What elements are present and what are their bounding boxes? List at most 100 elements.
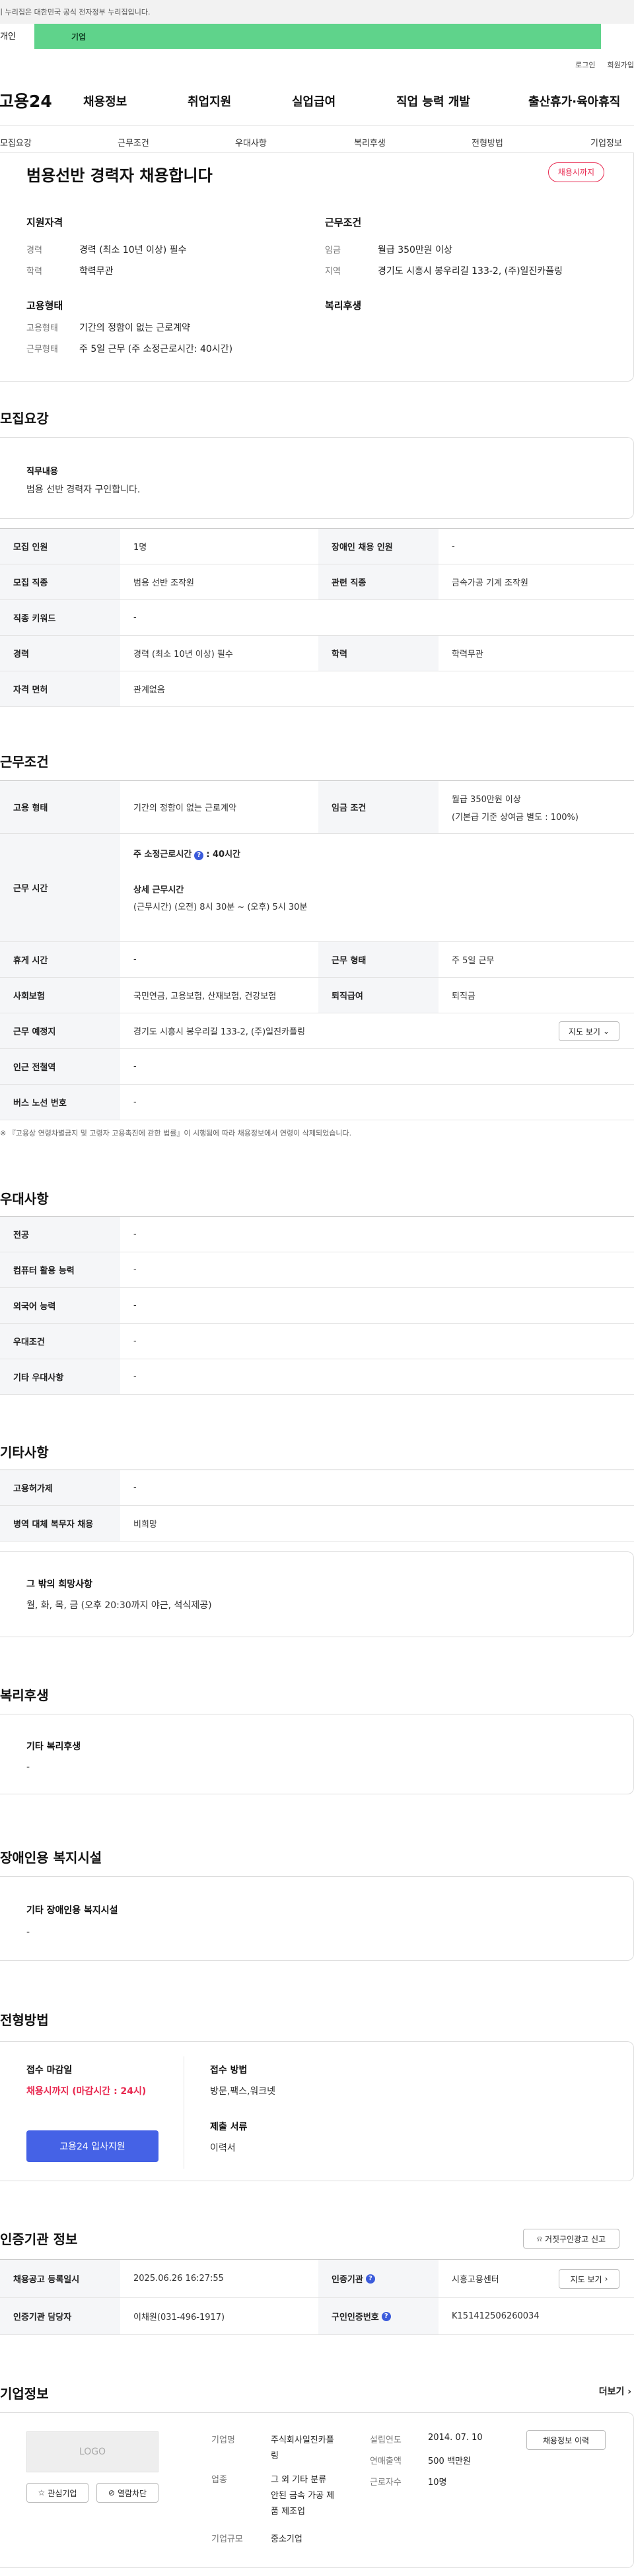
- chevron-down-icon: ⌄: [602, 1027, 610, 1036]
- table-row: 근무 예정지 경기도 시흥시 봉우리길 133-2, (주)일진카플링 지도 보…: [0, 1013, 634, 1049]
- table-row: 고용허가제 -: [0, 1470, 634, 1506]
- name-value-1: 주식회사일진카플: [271, 2435, 334, 2445]
- welfare-head: 복리후생: [325, 300, 362, 312]
- td: 학력무관: [452, 650, 483, 660]
- apply-button[interactable]: 고용24 입사지원: [26, 2130, 158, 2162]
- subnav-company[interactable]: 기업정보: [590, 136, 622, 149]
- td: 경력 (최소 10년 이상) 필수: [133, 650, 233, 660]
- company-box: LOGO ☆ 관심기업 ⊘ 열람차단 기업명 주식회사일진카플 링 업종 그 외 기…: [0, 2412, 634, 2568]
- work-type-key: 근무형태: [26, 345, 58, 355]
- work-table: 고용 형태 기간의 정함이 없는 근로계약 임금 조건 월급 350만원 이상 …: [0, 780, 634, 1120]
- login-link[interactable]: 로그인: [575, 59, 595, 70]
- favorite-label: 관심기업: [48, 2488, 77, 2498]
- td: 2025.06.26 16:27:55: [133, 2274, 224, 2284]
- wage-key: 임금: [325, 246, 341, 255]
- career-value: 경력 (최소 10년 이상) 필수: [79, 245, 187, 255]
- career-key: 경력: [26, 246, 42, 255]
- other-wish-text: 월, 화, 목, 금 (오후 20:30까지 야근, 석식제공): [26, 1600, 212, 1611]
- gnb-training[interactable]: 직업 능력 개발: [396, 92, 470, 110]
- join-link[interactable]: 회원가입: [608, 59, 634, 70]
- gnb: 고용24 채용정보 취업지원 실업급여 직업 능력 개발 출산휴가·육아휴직: [0, 87, 634, 114]
- employees-value: 10명: [428, 2478, 447, 2488]
- favorite-button[interactable]: ☆ 관심기업: [26, 2483, 88, 2503]
- gnb-jobs[interactable]: 채용정보: [83, 92, 127, 110]
- industry-key: 업종: [211, 2475, 227, 2485]
- report-button-label: 거짓구인광고 신고: [544, 2234, 606, 2244]
- gov-banner-text: 이 누리집은 대한민국 공식 전자정부 누리집입니다.: [0, 8, 151, 17]
- td: 경기도 시흥시 봉우리길 133-2, (주)일진카플링: [133, 1027, 305, 1037]
- info-icon[interactable]: ?: [381, 2311, 391, 2321]
- selection-title: 전형방법: [0, 2012, 49, 2028]
- region-value: 경기도 시흥시 봉우리길 133-2, (주)일진카플링: [378, 266, 563, 277]
- table-row: 전공 -: [0, 1217, 634, 1252]
- disability-label: 기타 장애인용 복지시설: [26, 1905, 118, 1916]
- report-button[interactable]: ⍾ 거짓구인광고 신고: [523, 2229, 619, 2249]
- gnb-parental-leave[interactable]: 출산휴가·육아휴직: [528, 92, 620, 110]
- th: 기타 우대사항: [0, 1359, 120, 1394]
- block-button[interactable]: ⊘ 열람차단: [96, 2483, 158, 2503]
- td: -: [133, 1265, 137, 1275]
- disability-box: 기타 장애인용 복지시설 -: [0, 1876, 634, 1961]
- map-button[interactable]: 지도 보기 ⌄: [559, 1021, 619, 1041]
- gnb-unemployment-benefit[interactable]: 실업급여: [292, 92, 335, 110]
- chevron-right-icon: ›: [627, 2387, 631, 2397]
- employ-value: 기간의 정함이 없는 근로계약: [79, 323, 190, 333]
- chevron-right-icon: ›: [604, 2274, 608, 2284]
- td: -: [133, 1372, 137, 1382]
- duty-box: 직무내용 범용 선반 경력자 구인합니다.: [0, 437, 634, 519]
- subnav-divider: [0, 152, 634, 153]
- table-row: 모집 인원 1명 장애인 채용 인원 -: [0, 529, 634, 564]
- agency-map-button[interactable]: 지도 보기 ›: [559, 2269, 619, 2289]
- th: 임금 조건: [318, 781, 439, 833]
- table-row: 사회보험 국민연금, 고용보험, 산재보험, 건강보험 퇴직급여 퇴직금: [0, 978, 634, 1013]
- th-label: 인증기관: [332, 2275, 363, 2285]
- td: -: [133, 613, 137, 623]
- td: K151412506260034: [452, 2311, 540, 2321]
- th: 우대조건: [0, 1324, 120, 1359]
- td: -: [133, 1097, 137, 1107]
- founded-key: 설립연도: [370, 2435, 402, 2445]
- subnav-work[interactable]: 근무조건: [118, 136, 149, 149]
- pref-table: 전공 - 컴퓨터 활용 능력 - 외국어 능력 - 우대조건 - 기타 우대사항 -: [0, 1216, 634, 1395]
- th-with-icon: 인증기관?: [318, 2260, 439, 2297]
- td: -: [133, 1062, 137, 1071]
- star-icon: ☆: [38, 2488, 46, 2497]
- duty-text: 범용 선반 경력자 구인합니다.: [26, 485, 141, 495]
- wage-bonus: (기본급 기준 상여금 별도 : 100%): [452, 812, 579, 823]
- sales-key: 연매출액: [370, 2457, 402, 2466]
- table-row: 병역 대체 복무자 채용 비희망: [0, 1506, 634, 1542]
- info-icon[interactable]: ?: [365, 2274, 375, 2284]
- table-row: 채용공고 등록일시 2025.06.26 16:27:55 인증기관? 시흥고용…: [0, 2260, 634, 2298]
- tab-person[interactable]: 개인: [0, 29, 16, 42]
- company-logo: LOGO: [26, 2431, 158, 2472]
- subnav-pref[interactable]: 우대사항: [235, 136, 267, 149]
- age-note: ※ 『고용상 연령차별금지 및 고령자 고용촉진에 관한 법률』이 시행됨에 따…: [0, 1129, 352, 1137]
- map-button-label: 지도 보기: [570, 2274, 602, 2284]
- jobs-history-button[interactable]: 채용정보 이력: [526, 2430, 606, 2450]
- th-with-icon: 구인인증번호?: [318, 2298, 439, 2334]
- map-button-label: 지도 보기: [568, 1027, 600, 1036]
- weekly-hours: 주 소정근로시간?: 40시간: [133, 847, 240, 860]
- td: 금속가공 기계 조작원: [452, 578, 528, 588]
- gnb-employment-support[interactable]: 취업지원: [188, 92, 231, 110]
- th: 전공: [0, 1217, 120, 1252]
- th: 근무 형태: [318, 942, 439, 977]
- td: -: [133, 1483, 137, 1493]
- info-icon[interactable]: ?: [194, 851, 204, 860]
- page: 이 누리집은 대한민국 공식 전자정부 누리집입니다. 기업 개인 로그인 회원…: [0, 0, 634, 2576]
- wage-value: 월급 350만원 이상: [378, 245, 452, 255]
- etc-table: 고용허가제 - 병역 대체 복무자 채용 비희망: [0, 1470, 634, 1542]
- agency-table: 채용공고 등록일시 2025.06.26 16:27:55 인증기관? 시흥고용…: [0, 2259, 634, 2335]
- founded-value: 2014. 07. 10: [428, 2433, 483, 2443]
- util-links: 로그인 회원가입: [575, 59, 634, 70]
- th: 모집 직종: [0, 564, 120, 599]
- table-row: 버스 노선 번호 -: [0, 1085, 634, 1120]
- subnav-selection[interactable]: 전형방법: [472, 136, 503, 149]
- subnav-recruit[interactable]: 모집요강: [0, 136, 32, 149]
- subnav-welfare[interactable]: 복리후생: [354, 136, 386, 149]
- agency-title: 인증기관 정보: [0, 2231, 78, 2247]
- tab-company-label: 기업: [71, 32, 87, 42]
- company-more-link[interactable]: 더보기 ›: [599, 2385, 631, 2398]
- site-logo[interactable]: 고용24: [0, 88, 77, 112]
- tab-company[interactable]: 기업: [0, 24, 601, 49]
